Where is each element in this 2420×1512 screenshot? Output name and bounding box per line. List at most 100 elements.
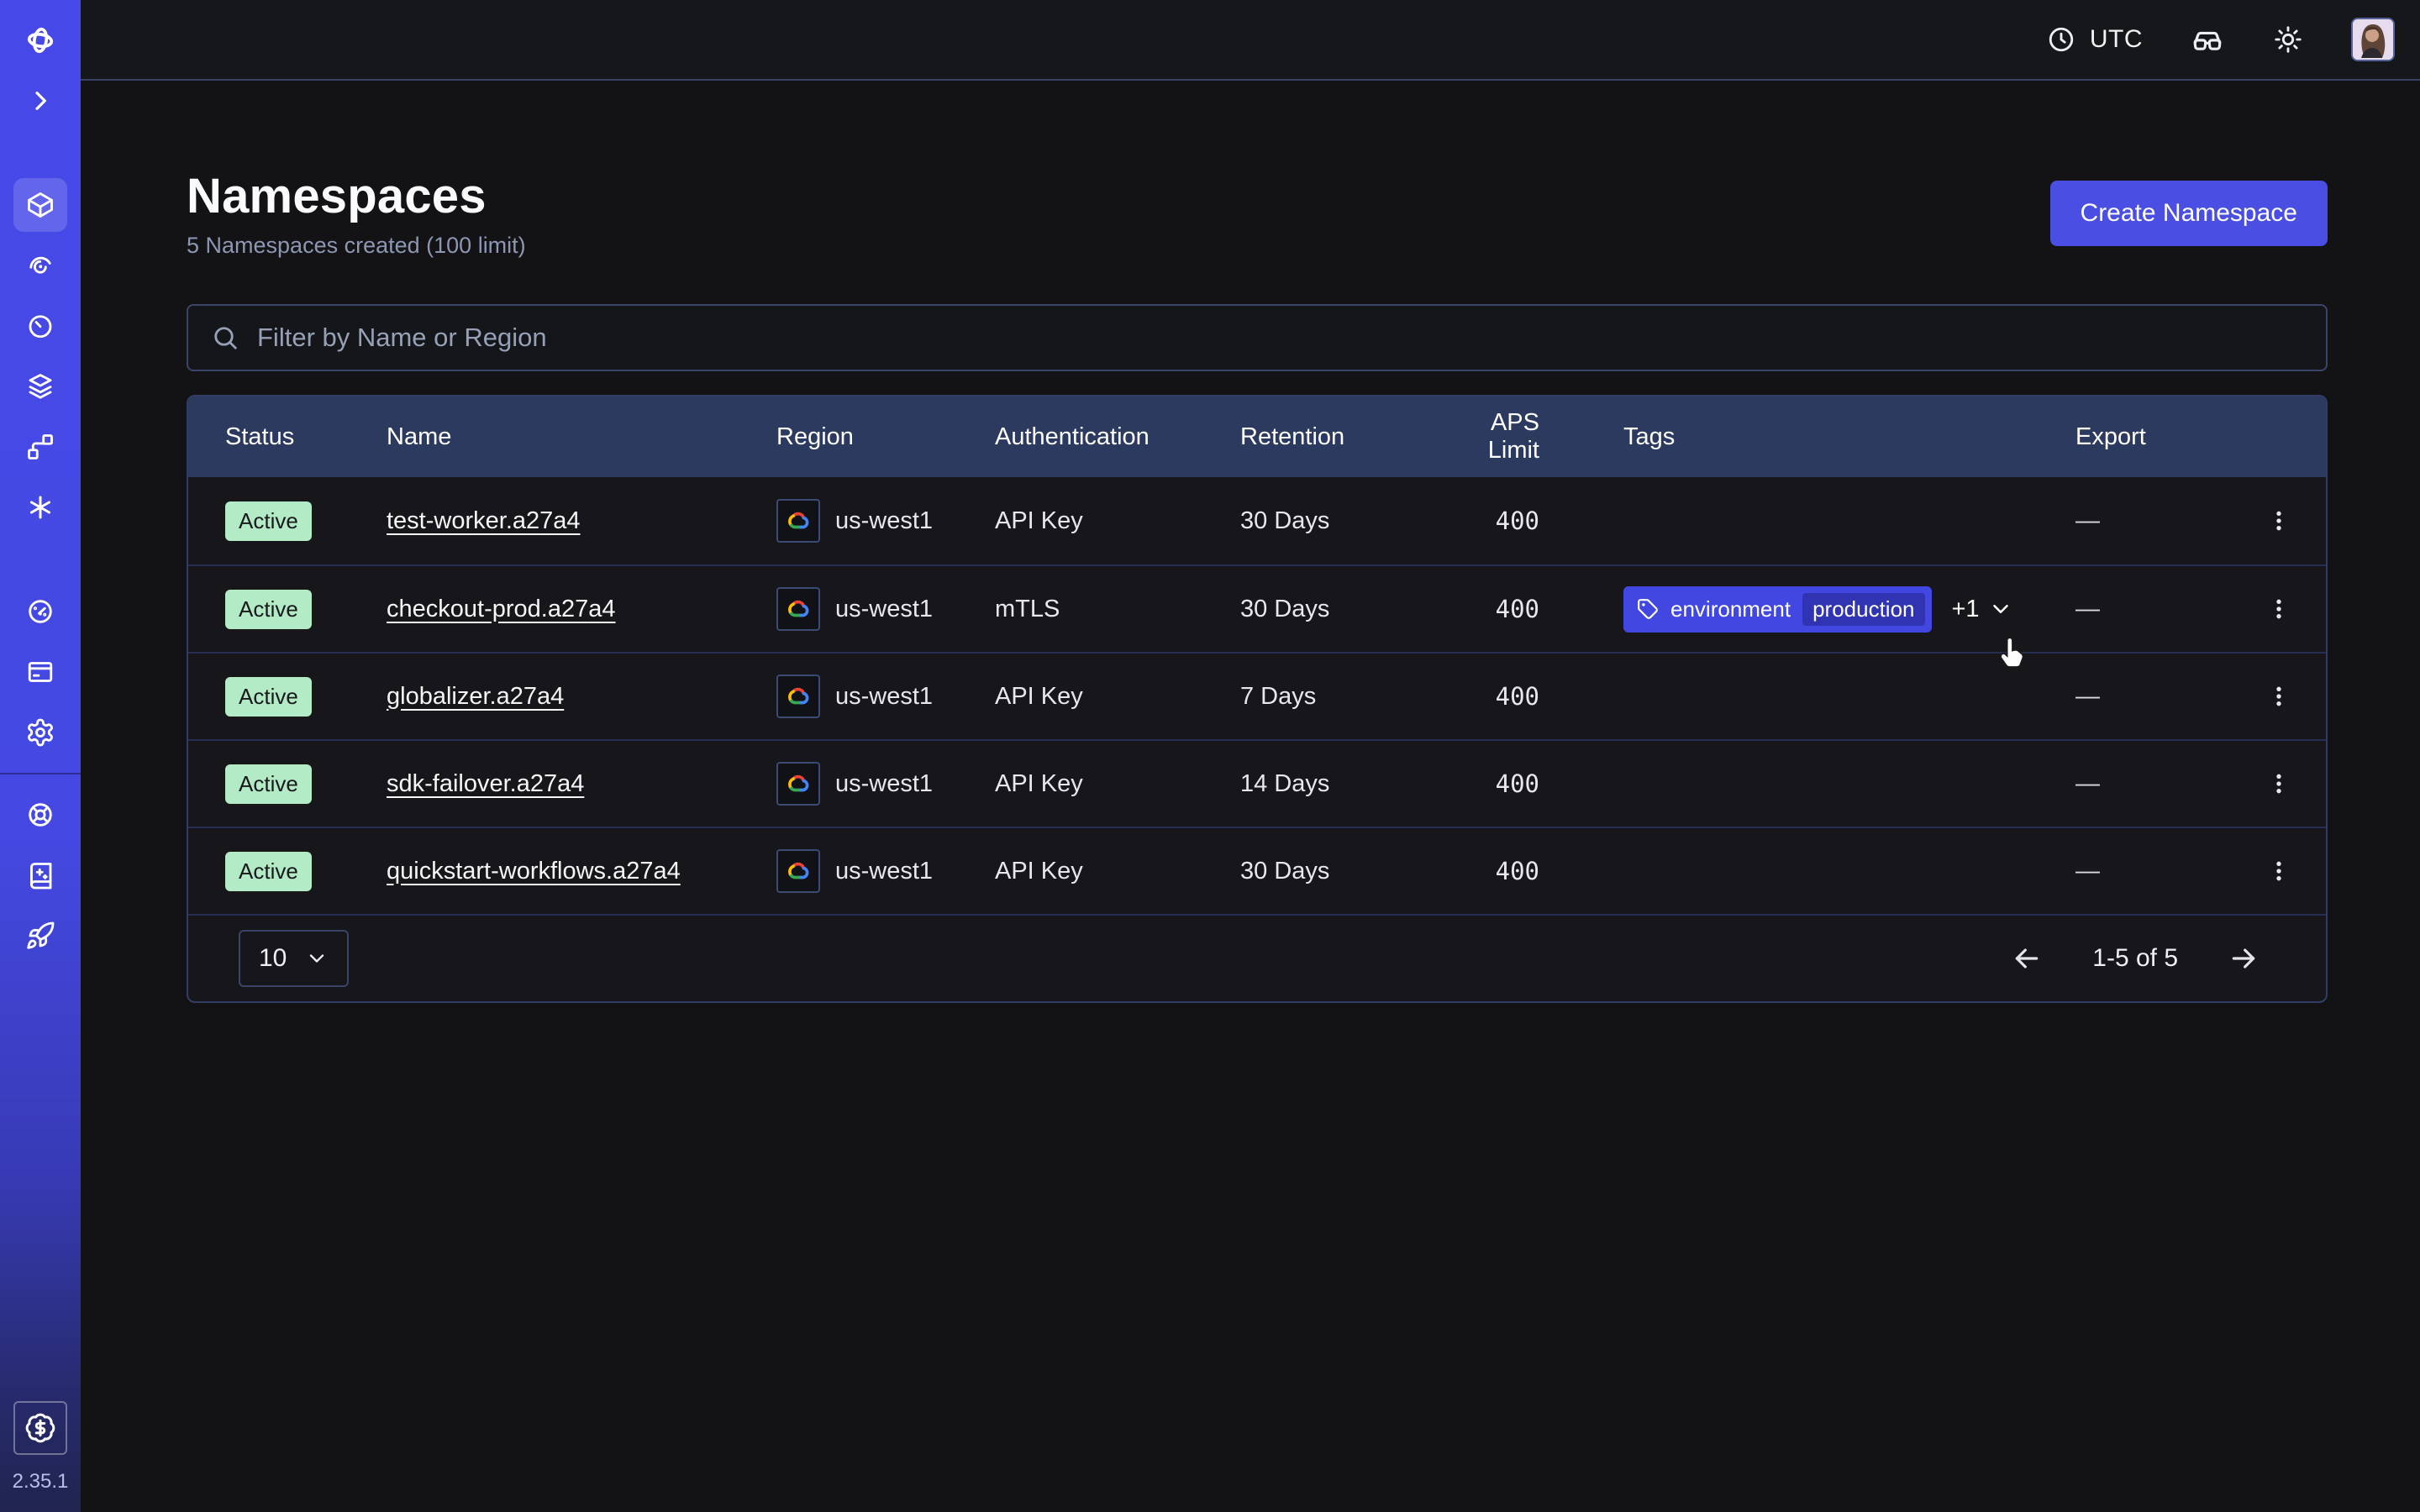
kebab-menu-icon (2265, 507, 2292, 534)
retention-value: 30 Days (1240, 596, 1435, 623)
namespace-link[interactable]: checkout-prod.a27a4 (387, 596, 615, 622)
lifebuoy-icon (25, 800, 55, 830)
sidebar-divider (0, 773, 81, 774)
auth-value: API Key (995, 858, 1240, 885)
pagination-range: 1-5 of 5 (2092, 944, 2178, 973)
sidebar-item-workflows[interactable] (13, 420, 67, 474)
status-badge: Active (225, 590, 312, 629)
chevron-down-icon (1988, 596, 2013, 622)
table-footer: 10 1-5 of 5 (188, 914, 2326, 1001)
avatar-image (2353, 19, 2393, 60)
sidebar-item-insights[interactable] (13, 239, 67, 292)
region-label: us-west1 (835, 858, 933, 885)
status-badge: Active (225, 677, 312, 717)
sidebar-item-getting-started[interactable] (13, 909, 67, 963)
plan-billing-button[interactable] (13, 1401, 67, 1455)
sidebar-item-support[interactable] (13, 788, 67, 842)
create-namespace-button[interactable]: Create Namespace (2050, 181, 2328, 246)
arrow-right-icon (2227, 942, 2260, 975)
sidebar-expand-chevron-icon[interactable] (13, 74, 67, 128)
sidebar-item-nexus[interactable] (13, 480, 67, 534)
export-value: — (2075, 858, 2247, 885)
theme-toggle-button[interactable] (2272, 24, 2304, 55)
export-value: — (2075, 770, 2247, 798)
sun-icon (2272, 24, 2304, 55)
table-header: Status Name Region Authentication Retent… (188, 396, 2326, 477)
sidebar: 2.35.1 (0, 0, 81, 1512)
sidebar-item-deployments[interactable] (13, 360, 67, 413)
gauge-icon (25, 596, 55, 627)
prev-page-button[interactable] (2005, 937, 2049, 980)
kebab-menu-icon (2265, 683, 2292, 710)
col-aps-limit: APS Limit (1435, 409, 1539, 465)
sidebar-item-billing[interactable] (13, 645, 67, 699)
retention-value: 30 Days (1240, 507, 1435, 535)
search-icon (210, 323, 240, 353)
col-name: Name (387, 423, 776, 451)
export-value: — (2075, 596, 2247, 623)
row-menu-button[interactable] (2259, 589, 2299, 629)
namespaces-table: Status Name Region Authentication Retent… (187, 395, 2328, 1003)
status-badge: Active (225, 852, 312, 891)
page-subtitle: 5 Namespaces created (100 limit) (187, 233, 526, 259)
gear-icon (25, 717, 55, 748)
sidebar-item-history[interactable] (13, 299, 67, 353)
temporal-logo-icon[interactable] (13, 13, 67, 67)
timezone-selector[interactable]: UTC (2046, 24, 2143, 55)
table-row: Active sdk-failover.a27a4 us-west1 (188, 739, 2326, 827)
col-tags: Tags (1539, 423, 2075, 451)
namespace-link[interactable]: quickstart-workflows.a27a4 (387, 858, 681, 885)
export-value: — (2075, 507, 2247, 535)
export-value: — (2075, 683, 2247, 711)
table-row: Active globalizer.a27a4 us-west1 (188, 652, 2326, 739)
row-menu-button[interactable] (2259, 676, 2299, 717)
clock-icon (2046, 24, 2076, 55)
status-badge: Active (225, 764, 312, 804)
sidebar-item-namespaces[interactable] (13, 178, 67, 232)
labs-toggle-button[interactable] (2190, 22, 2225, 57)
region-label: us-west1 (835, 770, 933, 798)
tag-value: production (1802, 593, 1924, 626)
sidebar-item-settings[interactable] (13, 706, 67, 759)
row-menu-button[interactable] (2259, 501, 2299, 541)
row-menu-button[interactable] (2259, 764, 2299, 804)
region-label: us-west1 (835, 507, 933, 535)
filter-input[interactable] (257, 323, 2304, 353)
aps-limit-value: 400 (1435, 507, 1539, 535)
region-label: us-west1 (835, 683, 933, 711)
col-export: Export (2075, 423, 2247, 451)
namespace-link[interactable]: globalizer.a27a4 (387, 683, 564, 710)
user-avatar[interactable] (2351, 18, 2395, 61)
pagination: 1-5 of 5 (2005, 937, 2265, 980)
region-label: us-west1 (835, 596, 933, 623)
aps-limit-value: 400 (1435, 682, 1539, 711)
table-row: Active checkout-prod.a27a4 us-west1 (188, 564, 2326, 652)
spiral-icon (25, 250, 55, 281)
layers-icon (25, 371, 55, 402)
namespace-link[interactable]: sdk-failover.a27a4 (387, 770, 584, 797)
aps-limit-value: 400 (1435, 769, 1539, 798)
gcp-logo-icon (776, 849, 820, 893)
page-size-value: 10 (259, 944, 287, 973)
sidebar-item-usage[interactable] (13, 585, 67, 638)
glasses-icon (2190, 22, 2225, 57)
next-page-button[interactable] (2222, 937, 2265, 980)
gcp-logo-icon (776, 499, 820, 543)
sidebar-item-docs[interactable] (13, 848, 67, 902)
kebab-menu-icon (2265, 596, 2292, 622)
table-body: Active test-worker.a27a4 us-west1 (188, 477, 2326, 914)
tag-icon (1637, 598, 1659, 620)
tag-pill[interactable]: environment production (1623, 586, 1932, 633)
namespace-link[interactable]: test-worker.a27a4 (387, 507, 581, 534)
status-badge: Active (225, 501, 312, 541)
gcp-logo-icon (776, 587, 820, 631)
timezone-label: UTC (2090, 25, 2143, 54)
row-menu-button[interactable] (2259, 851, 2299, 891)
browser-card-icon (25, 657, 55, 687)
retention-value: 14 Days (1240, 770, 1435, 798)
auth-value: API Key (995, 683, 1240, 711)
dollar-badge-icon (24, 1412, 56, 1444)
page-size-select[interactable]: 10 (239, 930, 349, 987)
col-region: Region (776, 423, 995, 451)
tags-expand-button[interactable]: +1 (1952, 596, 2013, 623)
